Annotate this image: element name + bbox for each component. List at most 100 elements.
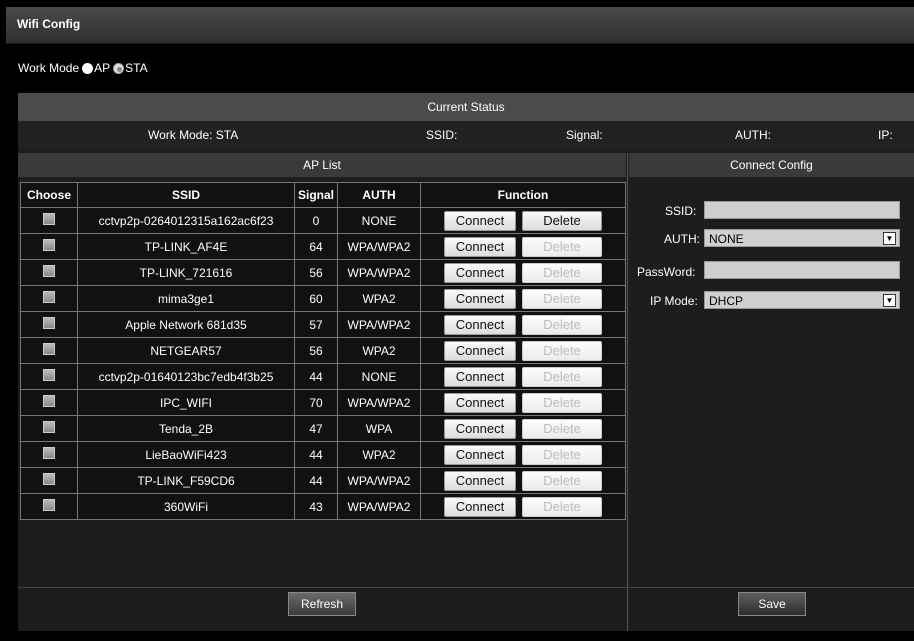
- choose-cell: [20, 467, 78, 494]
- connect-button[interactable]: Connect: [444, 314, 516, 335]
- row-checkbox[interactable]: [43, 265, 55, 277]
- cc-auth-value: NONE: [709, 232, 744, 246]
- ssid-cell: Apple Network 681d35: [77, 311, 295, 338]
- footer-divider: [18, 587, 914, 588]
- connect-button[interactable]: Connect: [444, 210, 516, 231]
- col-ssid: SSID: [77, 182, 295, 208]
- connect-button[interactable]: Connect: [444, 444, 516, 465]
- function-cell: Connect Delete: [420, 285, 626, 312]
- row-checkbox[interactable]: [43, 473, 55, 485]
- delete-button[interactable]: Delete: [522, 496, 602, 517]
- delete-button[interactable]: Delete: [522, 314, 602, 335]
- function-cell: Connect Delete: [420, 337, 626, 364]
- row-checkbox[interactable]: [43, 213, 55, 225]
- ssid-cell: mima3ge1: [77, 285, 295, 312]
- connect-button[interactable]: Connect: [444, 366, 516, 387]
- table-row: IPC_WIFI 70 WPA/WPA2 Connect Delete: [20, 389, 626, 416]
- connect-button[interactable]: Connect: [444, 340, 516, 361]
- status-auth: AUTH:: [735, 128, 771, 142]
- ssid-cell: TP-LINK_721616: [77, 259, 295, 286]
- function-cell: Connect Delete: [420, 415, 626, 442]
- function-cell: Connect Delete: [420, 311, 626, 338]
- table-row: Apple Network 681d35 57 WPA/WPA2 Connect Del…: [20, 311, 626, 338]
- connect-button[interactable]: Connect: [444, 288, 516, 309]
- status-ssid: SSID:: [426, 128, 458, 142]
- table-row: 360WiFi 43 WPA/WPA2 Connect Delete: [20, 493, 626, 520]
- ap-list-table: Choose SSID Signal AUTH Function cctvp2p…: [20, 182, 626, 520]
- cc-auth-select[interactable]: NONE ▼: [704, 229, 900, 247]
- cc-ssid-input[interactable]: [704, 201, 900, 219]
- choose-cell: [20, 363, 78, 390]
- row-checkbox[interactable]: [43, 369, 55, 381]
- ssid-cell: NETGEAR57: [77, 337, 295, 364]
- radio-ap[interactable]: [82, 62, 94, 74]
- delete-button[interactable]: Delete: [522, 340, 602, 361]
- page-title: Wifi Config: [17, 17, 81, 31]
- chevron-down-icon[interactable]: ▼: [883, 232, 896, 245]
- choose-cell: [20, 207, 78, 234]
- auth-cell: WPA/WPA2: [337, 493, 421, 520]
- signal-cell: 64: [294, 233, 338, 260]
- ssid-cell: cctvp2p-01640123bc7edb4f3b25: [77, 363, 295, 390]
- auth-cell: NONE: [337, 363, 421, 390]
- connect-button[interactable]: Connect: [444, 236, 516, 257]
- refresh-button[interactable]: Refresh: [288, 592, 356, 616]
- status-work-mode: Work Mode: STA: [148, 128, 239, 142]
- choose-cell: [20, 285, 78, 312]
- ssid-cell: LieBaoWiFi423: [77, 441, 295, 468]
- connect-button[interactable]: Connect: [444, 496, 516, 517]
- connect-button[interactable]: Connect: [444, 418, 516, 439]
- row-checkbox[interactable]: [43, 291, 55, 303]
- delete-button[interactable]: Delete: [522, 210, 602, 231]
- table-row: TP-LINK_F59CD6 44 WPA/WPA2 Connect Delete: [20, 467, 626, 494]
- radio-ap-label: AP: [94, 61, 111, 75]
- signal-cell: 70: [294, 389, 338, 416]
- row-checkbox[interactable]: [43, 447, 55, 459]
- delete-button[interactable]: Delete: [522, 366, 602, 387]
- function-cell: Connect Delete: [420, 363, 626, 390]
- signal-cell: 60: [294, 285, 338, 312]
- connect-button[interactable]: Connect: [444, 392, 516, 413]
- choose-cell: [20, 233, 78, 260]
- delete-button[interactable]: Delete: [522, 470, 602, 491]
- cc-ip-mode-value: DHCP: [709, 294, 744, 308]
- row-checkbox[interactable]: [43, 239, 55, 251]
- radio-sta[interactable]: [113, 62, 125, 74]
- choose-cell: [20, 259, 78, 286]
- row-checkbox[interactable]: [43, 421, 55, 433]
- delete-button[interactable]: Delete: [522, 236, 602, 257]
- row-checkbox[interactable]: [43, 343, 55, 355]
- status-signal: Signal:: [566, 128, 603, 142]
- cc-password-input[interactable]: [704, 261, 900, 279]
- connect-button[interactable]: Connect: [444, 262, 516, 283]
- table-row: cctvp2p-0264012315a162ac6f23 0 NONE Connect…: [20, 207, 626, 234]
- table-row: NETGEAR57 56 WPA2 Connect Delete: [20, 337, 626, 364]
- delete-button[interactable]: Delete: [522, 444, 602, 465]
- save-button[interactable]: Save: [738, 592, 806, 616]
- col-signal: Signal: [294, 182, 338, 208]
- title-bar: Wifi Config: [6, 7, 914, 44]
- row-checkbox[interactable]: [43, 317, 55, 329]
- row-checkbox[interactable]: [43, 499, 55, 511]
- col-function: Function: [420, 182, 626, 208]
- work-mode-group: Work Mode AP STA: [18, 61, 148, 75]
- connect-button[interactable]: Connect: [444, 470, 516, 491]
- signal-cell: 44: [294, 441, 338, 468]
- cc-ssid-label: SSID:: [665, 204, 697, 218]
- signal-cell: 56: [294, 259, 338, 286]
- cc-ip-mode-select[interactable]: DHCP ▼: [704, 291, 900, 309]
- table-row: TP-LINK_AF4E 64 WPA/WPA2 Connect Delete: [20, 233, 626, 260]
- signal-cell: 43: [294, 493, 338, 520]
- delete-button[interactable]: Delete: [522, 392, 602, 413]
- signal-cell: 44: [294, 363, 338, 390]
- row-checkbox[interactable]: [43, 395, 55, 407]
- auth-cell: WPA/WPA2: [337, 259, 421, 286]
- delete-button[interactable]: Delete: [522, 418, 602, 439]
- table-row: LieBaoWiFi423 44 WPA2 Connect Delete: [20, 441, 626, 468]
- table-row: Tenda_2B 47 WPA Connect Delete: [20, 415, 626, 442]
- delete-button[interactable]: Delete: [522, 262, 602, 283]
- wifi-panel: Current Status Work Mode: STA SSID: Sign…: [18, 93, 914, 631]
- choose-cell: [20, 415, 78, 442]
- delete-button[interactable]: Delete: [522, 288, 602, 309]
- chevron-down-icon[interactable]: ▼: [883, 294, 896, 307]
